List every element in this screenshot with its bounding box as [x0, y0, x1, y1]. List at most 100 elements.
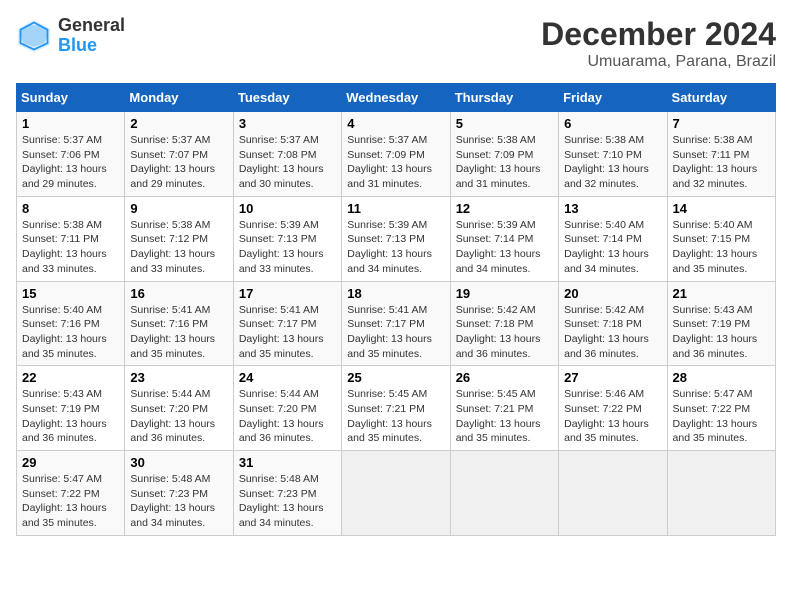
calendar-cell: 29 Sunrise: 5:47 AM Sunset: 7:22 PM Dayli…: [17, 451, 125, 536]
calendar-cell: 14 Sunrise: 5:40 AM Sunset: 7:15 PM Dayli…: [667, 196, 775, 281]
calendar-cell: 15Sunrise: 5:40 AM Sunset: 7:16 PM Dayli…: [17, 281, 125, 366]
day-info: Sunrise: 5:42 AM Sunset: 7:18 PM Dayligh…: [456, 303, 553, 362]
day-number: 23: [130, 370, 227, 385]
day-info: Sunrise: 5:42 AM Sunset: 7:18 PM Dayligh…: [564, 303, 661, 362]
calendar-cell: 25 Sunrise: 5:45 AM Sunset: 7:21 PM Dayli…: [342, 366, 450, 451]
weekday-wednesday: Wednesday: [342, 84, 450, 112]
day-info: Sunrise: 5:47 AM Sunset: 7:22 PM Dayligh…: [673, 387, 770, 446]
day-number: 19: [456, 286, 553, 301]
title-section: December 2024 Umuarama, Parana, Brazil: [541, 16, 776, 71]
weekday-tuesday: Tuesday: [233, 84, 341, 112]
day-number: 9: [130, 201, 227, 216]
day-number: 21: [673, 286, 770, 301]
calendar-table: SundayMondayTuesdayWednesdayThursdayFrid…: [16, 83, 776, 536]
calendar-cell: [342, 451, 450, 536]
logo-general: General: [58, 15, 125, 35]
calendar-cell: [450, 451, 558, 536]
day-number: 2: [130, 116, 227, 131]
logo-blue: Blue: [58, 35, 97, 55]
calendar-cell: 16 Sunrise: 5:41 AM Sunset: 7:16 PM Dayli…: [125, 281, 233, 366]
day-info: Sunrise: 5:38 AM Sunset: 7:12 PM Dayligh…: [130, 218, 227, 277]
day-number: 1: [22, 116, 119, 131]
day-info: Sunrise: 5:39 AM Sunset: 7:13 PM Dayligh…: [239, 218, 336, 277]
day-info: Sunrise: 5:44 AM Sunset: 7:20 PM Dayligh…: [239, 387, 336, 446]
day-info: Sunrise: 5:46 AM Sunset: 7:22 PM Dayligh…: [564, 387, 661, 446]
day-number: 24: [239, 370, 336, 385]
location: Umuarama, Parana, Brazil: [541, 53, 776, 71]
day-info: Sunrise: 5:44 AM Sunset: 7:20 PM Dayligh…: [130, 387, 227, 446]
day-info: Sunrise: 5:47 AM Sunset: 7:22 PM Dayligh…: [22, 472, 119, 531]
day-info: Sunrise: 5:43 AM Sunset: 7:19 PM Dayligh…: [22, 387, 119, 446]
day-info: Sunrise: 5:45 AM Sunset: 7:21 PM Dayligh…: [347, 387, 444, 446]
day-info: Sunrise: 5:37 AM Sunset: 7:07 PM Dayligh…: [130, 133, 227, 192]
calendar-cell: 31 Sunrise: 5:48 AM Sunset: 7:23 PM Dayli…: [233, 451, 341, 536]
weekday-sunday: Sunday: [17, 84, 125, 112]
day-number: 27: [564, 370, 661, 385]
calendar-cell: [559, 451, 667, 536]
day-number: 5: [456, 116, 553, 131]
weekday-saturday: Saturday: [667, 84, 775, 112]
logo: General Blue: [16, 16, 125, 56]
day-number: 13: [564, 201, 661, 216]
calendar-cell: 21 Sunrise: 5:43 AM Sunset: 7:19 PM Dayli…: [667, 281, 775, 366]
day-number: 26: [456, 370, 553, 385]
day-info: Sunrise: 5:38 AM Sunset: 7:09 PM Dayligh…: [456, 133, 553, 192]
day-info: Sunrise: 5:37 AM Sunset: 7:06 PM Dayligh…: [22, 133, 119, 192]
day-number: 12: [456, 201, 553, 216]
logo-icon: [16, 18, 52, 54]
day-info: Sunrise: 5:39 AM Sunset: 7:13 PM Dayligh…: [347, 218, 444, 277]
day-number: 22: [22, 370, 119, 385]
calendar-cell: 10 Sunrise: 5:39 AM Sunset: 7:13 PM Dayli…: [233, 196, 341, 281]
day-info: Sunrise: 5:45 AM Sunset: 7:21 PM Dayligh…: [456, 387, 553, 446]
day-info: Sunrise: 5:38 AM Sunset: 7:10 PM Dayligh…: [564, 133, 661, 192]
calendar-cell: 26 Sunrise: 5:45 AM Sunset: 7:21 PM Dayli…: [450, 366, 558, 451]
weekday-monday: Monday: [125, 84, 233, 112]
calendar-cell: 19 Sunrise: 5:42 AM Sunset: 7:18 PM Dayli…: [450, 281, 558, 366]
page-container: General Blue December 2024 Umuarama, Par…: [16, 16, 776, 536]
day-number: 14: [673, 201, 770, 216]
week-row-3: 15Sunrise: 5:40 AM Sunset: 7:16 PM Dayli…: [17, 281, 776, 366]
day-number: 4: [347, 116, 444, 131]
calendar-cell: 11 Sunrise: 5:39 AM Sunset: 7:13 PM Dayli…: [342, 196, 450, 281]
day-number: 29: [22, 455, 119, 470]
calendar-cell: 28Sunrise: 5:47 AM Sunset: 7:22 PM Dayli…: [667, 366, 775, 451]
day-number: 3: [239, 116, 336, 131]
day-info: Sunrise: 5:40 AM Sunset: 7:15 PM Dayligh…: [673, 218, 770, 277]
day-info: Sunrise: 5:43 AM Sunset: 7:19 PM Dayligh…: [673, 303, 770, 362]
calendar-cell: 17Sunrise: 5:41 AM Sunset: 7:17 PM Dayli…: [233, 281, 341, 366]
day-info: Sunrise: 5:48 AM Sunset: 7:23 PM Dayligh…: [239, 472, 336, 531]
day-info: Sunrise: 5:40 AM Sunset: 7:16 PM Dayligh…: [22, 303, 119, 362]
day-info: Sunrise: 5:41 AM Sunset: 7:16 PM Dayligh…: [130, 303, 227, 362]
day-number: 11: [347, 201, 444, 216]
day-number: 6: [564, 116, 661, 131]
calendar-cell: 23 Sunrise: 5:44 AM Sunset: 7:20 PM Dayli…: [125, 366, 233, 451]
calendar-cell: 7Sunrise: 5:38 AM Sunset: 7:11 PM Daylig…: [667, 112, 775, 197]
day-number: 10: [239, 201, 336, 216]
calendar-cell: 13Sunrise: 5:40 AM Sunset: 7:14 PM Dayli…: [559, 196, 667, 281]
day-number: 18: [347, 286, 444, 301]
day-info: Sunrise: 5:41 AM Sunset: 7:17 PM Dayligh…: [347, 303, 444, 362]
calendar-cell: 30Sunrise: 5:48 AM Sunset: 7:23 PM Dayli…: [125, 451, 233, 536]
calendar-cell: 1 Sunrise: 5:37 AM Sunset: 7:06 PM Daylig…: [17, 112, 125, 197]
day-number: 30: [130, 455, 227, 470]
day-number: 31: [239, 455, 336, 470]
month-year: December 2024: [541, 16, 776, 53]
day-number: 25: [347, 370, 444, 385]
week-row-1: 1 Sunrise: 5:37 AM Sunset: 7:06 PM Daylig…: [17, 112, 776, 197]
week-row-2: 8Sunrise: 5:38 AM Sunset: 7:11 PM Daylig…: [17, 196, 776, 281]
day-number: 17: [239, 286, 336, 301]
calendar-cell: 27 Sunrise: 5:46 AM Sunset: 7:22 PM Dayli…: [559, 366, 667, 451]
calendar-cell: 3 Sunrise: 5:37 AM Sunset: 7:08 PM Daylig…: [233, 112, 341, 197]
calendar-cell: 2 Sunrise: 5:37 AM Sunset: 7:07 PM Daylig…: [125, 112, 233, 197]
day-info: Sunrise: 5:37 AM Sunset: 7:09 PM Dayligh…: [347, 133, 444, 192]
day-info: Sunrise: 5:39 AM Sunset: 7:14 PM Dayligh…: [456, 218, 553, 277]
calendar-cell: 9 Sunrise: 5:38 AM Sunset: 7:12 PM Daylig…: [125, 196, 233, 281]
day-number: 20: [564, 286, 661, 301]
calendar-cell: 8Sunrise: 5:38 AM Sunset: 7:11 PM Daylig…: [17, 196, 125, 281]
day-info: Sunrise: 5:38 AM Sunset: 7:11 PM Dayligh…: [22, 218, 119, 277]
day-number: 16: [130, 286, 227, 301]
logo-text: General Blue: [58, 16, 125, 56]
weekday-thursday: Thursday: [450, 84, 558, 112]
calendar-cell: 24 Sunrise: 5:44 AM Sunset: 7:20 PM Dayli…: [233, 366, 341, 451]
day-info: Sunrise: 5:37 AM Sunset: 7:08 PM Dayligh…: [239, 133, 336, 192]
